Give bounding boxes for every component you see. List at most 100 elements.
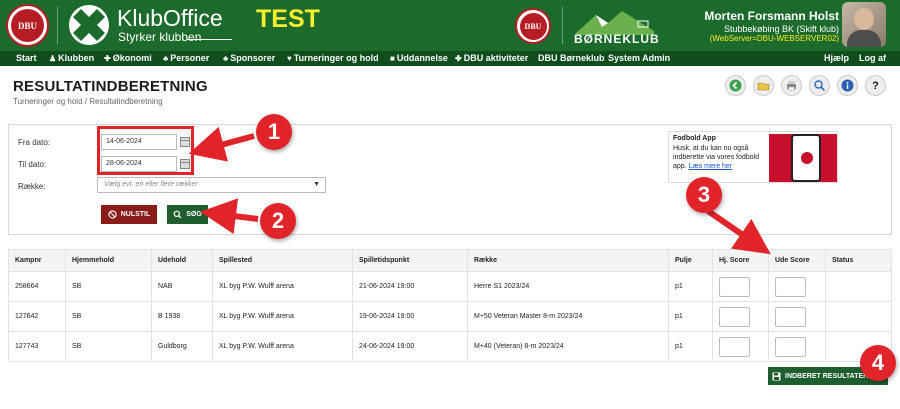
cell-status: [825, 301, 892, 332]
nav-klubben[interactable]: ♟ Klubben: [49, 51, 94, 66]
submit-results-label: INDBERET RESULTATER: [785, 372, 869, 380]
info-button[interactable]: [837, 75, 858, 96]
from-date-label: Fra dato:: [18, 138, 51, 147]
folder-icon: [757, 82, 770, 91]
ball-icon: ✤: [455, 54, 462, 63]
cell-spillested: XL byg P.W. Wulff arena: [212, 301, 353, 332]
header-divider: [562, 7, 563, 44]
away-score-input[interactable]: [775, 336, 806, 357]
promo-text: Husk, at du kan nu også indberette via v…: [673, 144, 765, 171]
promo-phone-image[interactable]: [769, 134, 837, 182]
nav-dbu-borneklub[interactable]: DBU Børneklub: [538, 51, 605, 66]
annotation-2: 2: [260, 203, 296, 239]
col-kampnr: Kampnr: [8, 249, 66, 272]
breadcrumb[interactable]: Turneringer og hold / Resultatindberetni…: [13, 97, 163, 106]
col-hjemmehold: Hjemmehold: [65, 249, 152, 272]
borneklub-text: BØRNEKLUB: [574, 32, 660, 46]
dbu-logo[interactable]: DBU: [6, 4, 49, 47]
nav-uddannelse[interactable]: ■ Uddannelse: [390, 51, 448, 66]
chevron-down-icon: ▼: [313, 181, 320, 188]
search-submit-button[interactable]: SØG: [167, 205, 208, 224]
back-icon: [729, 79, 742, 92]
cell-raekke: M+40 (Veteran) 8-m 2023/24: [467, 331, 669, 362]
phone-icon: [791, 134, 821, 182]
cell-hjemmehold: SB: [65, 301, 152, 332]
annotation-4: 4: [860, 345, 896, 381]
annotation-1: 1: [256, 114, 292, 150]
nav-personer[interactable]: ♣ Personer: [163, 51, 209, 66]
sponsor-icon: ♣: [223, 54, 229, 63]
table-header-row: Kampnr Hjemmehold Udehold Spillested Spi…: [8, 249, 892, 272]
nav-okonomi[interactable]: ✚ Økonomi: [104, 51, 152, 66]
away-score-input[interactable]: [775, 276, 806, 297]
help-icon: ?: [872, 79, 879, 92]
user-club-switch[interactable]: Stubbekøbing BK (Skift klub): [724, 24, 839, 34]
col-spilletidspunkt: Spilletidspunkt: [352, 249, 468, 272]
user-name: Morten Forsmann Holst: [704, 9, 839, 23]
dbu-logo-text: DBU: [11, 9, 44, 42]
info-icon: [841, 79, 854, 92]
nav-personer-label: Personer: [170, 53, 210, 63]
row-select[interactable]: Vælg evt. en eller flere rækker ▼: [97, 177, 326, 193]
header-divider: [57, 7, 58, 44]
home-score-input[interactable]: [719, 306, 750, 327]
cell-kampnr: 127743: [8, 331, 66, 362]
nav-system-admin[interactable]: System Admin: [608, 51, 670, 66]
table-row: 258664 SB NAB XL byg P.W. Wulff arena 21…: [8, 271, 892, 302]
col-ude-score: Ude Score: [768, 249, 826, 272]
cell-pulje: p1: [668, 301, 713, 332]
away-score-input[interactable]: [775, 306, 806, 327]
cell-hjemmehold: SB: [65, 271, 152, 302]
row-label: Række:: [18, 182, 46, 191]
results-table: Kampnr Hjemmehold Udehold Spillested Spi…: [8, 249, 892, 362]
to-date-label: Til dato:: [18, 160, 47, 169]
date-highlight-box: [97, 126, 194, 175]
dbu-logo2-text: DBU: [519, 12, 547, 40]
cell-ude-score: [768, 331, 826, 362]
cell-raekke: Herre S1 2023/24: [467, 271, 669, 302]
environment-label: TEST: [256, 5, 320, 33]
help-button[interactable]: ?: [865, 75, 886, 96]
server-info: (WebServer=DBU-WEBSERVER02): [709, 34, 839, 43]
page-title: RESULTATINDBERETNING: [13, 78, 208, 95]
col-hj-score: Hj. Score: [712, 249, 769, 272]
nav-hjaelp[interactable]: Hjælp: [824, 51, 849, 66]
nav-start[interactable]: Start: [16, 51, 37, 66]
promo-title: Fodbold App: [673, 135, 716, 142]
print-button[interactable]: [781, 75, 802, 96]
col-spillested: Spillested: [212, 249, 353, 272]
search-button[interactable]: [809, 75, 830, 96]
nav-sponsorer[interactable]: ♣ Sponsorer: [223, 51, 275, 66]
cell-raekke: M+50 Veteran Master 8-m 2023/24: [467, 301, 669, 332]
cell-hj-score: [712, 331, 769, 362]
nav-okonomi-label: Økonomi: [112, 53, 152, 63]
nav-turneringer[interactable]: ♥ Turneringer og hold: [287, 51, 379, 66]
book-icon: ■: [390, 54, 395, 63]
person-icon: ♣: [163, 54, 169, 63]
search-icon: [814, 80, 826, 92]
home-score-input[interactable]: [719, 276, 750, 297]
promo-link[interactable]: Læs mere her: [689, 163, 733, 170]
reset-button[interactable]: NULSTIL: [101, 205, 157, 224]
table-row: 127642 SB B 1938 XL byg P.W. Wulff arena…: [8, 301, 892, 332]
nav-dbu-aktiviteter[interactable]: ✤ DBU aktiviteter: [455, 51, 528, 66]
main-nav: Start ♟ Klubben ✚ Økonomi ♣ Personer ♣ Spons…: [0, 51, 900, 66]
cell-udehold: Guldborg: [151, 331, 213, 362]
back-button[interactable]: [725, 75, 746, 96]
app-name: KlubOffice: [117, 5, 223, 31]
open-button[interactable]: [753, 75, 774, 96]
cell-udehold: B 1938: [151, 301, 213, 332]
cell-spilletidspunkt: 24-06-2024 19:00: [352, 331, 468, 362]
avatar[interactable]: [842, 2, 886, 47]
people-icon: ♟: [49, 54, 57, 63]
avatar-body: [847, 30, 881, 47]
nav-log-af[interactable]: Log af: [859, 51, 886, 66]
ban-icon: [108, 210, 117, 219]
cell-ude-score: [768, 271, 826, 302]
nav-dbu-aktiviteter-label: DBU aktiviteter: [463, 53, 529, 63]
print-icon: [787, 81, 796, 91]
kluboffice-logo-icon[interactable]: [69, 5, 109, 45]
reset-button-label: NULSTIL: [120, 211, 151, 218]
search-icon: [173, 210, 182, 219]
home-score-input[interactable]: [719, 336, 750, 357]
